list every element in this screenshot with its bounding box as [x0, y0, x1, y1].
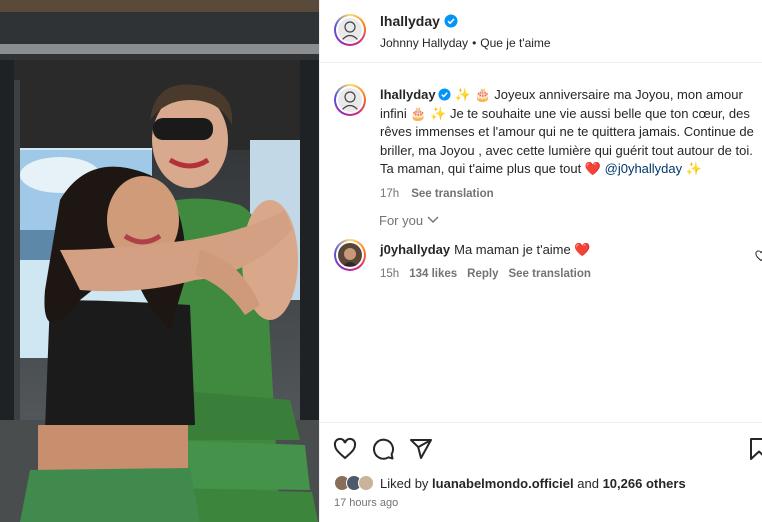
comment-see-translation[interactable]: See translation: [508, 268, 590, 280]
caption-username[interactable]: lhallyday: [380, 87, 436, 102]
header-username-row[interactable]: lhallyday: [380, 13, 458, 29]
for-you-filter[interactable]: For you: [379, 213, 439, 228]
comment-icon[interactable]: [371, 437, 395, 461]
verified-badge-icon: [444, 14, 458, 28]
audio-artist[interactable]: Johnny Hallyday: [380, 36, 468, 50]
liked-by-text: Liked by luanabelmondo.officiel and 10,2…: [380, 476, 686, 491]
header-username[interactable]: lhallyday: [380, 13, 440, 29]
bookmark-icon[interactable]: [747, 437, 762, 461]
post-details-panel: lhallyday Johnny Hallyday • Que je t'aime …: [319, 0, 762, 522]
liked-by-prefix: Liked by: [380, 475, 429, 491]
comment-username[interactable]: j0yhallyday: [380, 242, 450, 257]
comment-text: Ma maman je t'aime ❤️: [454, 242, 591, 257]
avatar[interactable]: [334, 14, 366, 46]
comment-time[interactable]: 15h: [380, 268, 399, 280]
comment-avatar[interactable]: [334, 239, 366, 271]
for-you-label: For you: [379, 213, 424, 228]
post-timestamp[interactable]: 17 hours ago: [334, 497, 398, 509]
share-icon[interactable]: [409, 437, 433, 461]
comment-likes[interactable]: 134 likes: [409, 268, 457, 280]
post-image[interactable]: [0, 0, 319, 522]
post-photo: [0, 0, 319, 522]
audio-attribution[interactable]: Johnny Hallyday • Que je t'aime: [380, 36, 551, 50]
caption-mention[interactable]: @j0yhallyday: [605, 161, 683, 176]
caption-meta: 17h See translation: [380, 185, 762, 204]
comment-meta: 15h 134 likes Reply See translation: [380, 268, 591, 280]
liker-avatar[interactable]: [358, 475, 374, 491]
chevron-down-icon: [427, 216, 439, 223]
avatar-photo-icon: [343, 248, 357, 266]
comment-body: j0yhallyday Ma maman je t'aime ❤️: [380, 242, 591, 258]
caption-text-end: ✨: [685, 161, 702, 176]
caption-time[interactable]: 17h: [380, 188, 399, 200]
avatar-face-icon: [341, 21, 359, 41]
verified-badge-icon: [438, 88, 451, 101]
post-actions: Liked by luanabelmondo.officiel and 10,2…: [320, 422, 762, 522]
avatar-face-icon: [341, 91, 359, 111]
audio-track[interactable]: Que je t'aime: [480, 36, 550, 50]
liked-by-others[interactable]: 10,266 others: [603, 476, 686, 491]
liked-by-user[interactable]: luanabelmondo.officiel: [432, 476, 574, 491]
post-caption: lhallyday ✨ 🎂 Joyeux anniversaire ma Joyo…: [380, 86, 762, 203]
comment-like-heart-icon[interactable]: [755, 250, 762, 262]
heart-icon[interactable]: [333, 437, 357, 461]
post-header: lhallyday Johnny Hallyday • Que je t'aime: [320, 0, 762, 63]
comment-reply-button[interactable]: Reply: [467, 268, 498, 280]
liked-by-row: Liked by luanabelmondo.officiel and 10,2…: [334, 475, 686, 491]
caption-avatar[interactable]: [334, 84, 366, 116]
liked-by-joiner: and: [577, 475, 599, 491]
audio-separator: •: [472, 36, 477, 50]
see-translation-link[interactable]: See translation: [411, 188, 493, 200]
